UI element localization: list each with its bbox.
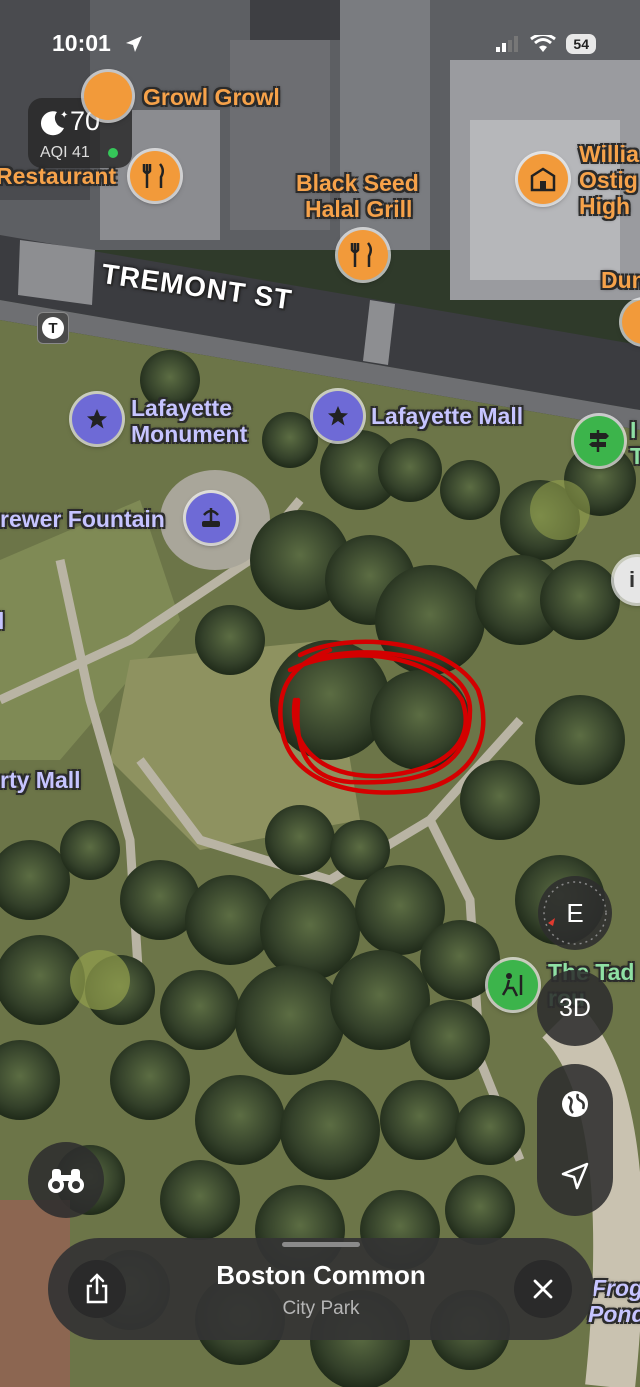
card-grabber[interactable] bbox=[282, 1242, 360, 1247]
wifi-icon bbox=[530, 35, 557, 52]
william-label-2[interactable]: Ostig bbox=[579, 168, 638, 192]
fork-knife-icon bbox=[142, 163, 164, 188]
left-edge-label[interactable]: l bbox=[0, 609, 4, 633]
lafayette-monument-label-1[interactable]: Lafayette bbox=[131, 396, 232, 420]
frog-pond-label-2[interactable]: Pond bbox=[588, 1302, 640, 1326]
battery-indicator: 54 bbox=[566, 34, 596, 54]
transit-letter: T bbox=[42, 317, 64, 339]
playground-pin[interactable] bbox=[488, 960, 538, 1010]
close-button[interactable] bbox=[514, 1260, 572, 1318]
aqi-status-dot bbox=[108, 148, 118, 158]
cellular-icon bbox=[496, 36, 519, 52]
3d-toggle-button[interactable]: 3D bbox=[537, 970, 613, 1046]
location-arrow-icon bbox=[126, 36, 142, 52]
signpost-pin[interactable] bbox=[574, 416, 624, 466]
look-around-button[interactable] bbox=[28, 1142, 104, 1218]
right-edge-label-2[interactable]: T bbox=[630, 444, 640, 468]
globe-icon[interactable] bbox=[560, 1089, 590, 1119]
close-icon bbox=[533, 1279, 553, 1299]
status-icons: 54 bbox=[496, 34, 596, 54]
growl-pin[interactable] bbox=[84, 72, 132, 120]
black-seed-label-2[interactable]: Halal Grill bbox=[305, 197, 412, 221]
school-icon bbox=[530, 167, 556, 192]
moon-icon: ✦ bbox=[40, 110, 68, 136]
navigation-arrow-icon[interactable] bbox=[560, 1161, 590, 1191]
fork-knife-icon bbox=[350, 242, 372, 267]
star-icon bbox=[328, 406, 348, 426]
growl-label[interactable]: Growl Growl bbox=[143, 85, 280, 109]
william-label-1[interactable]: Willia bbox=[579, 142, 639, 166]
playground-icon bbox=[501, 973, 523, 997]
signpost-icon bbox=[589, 430, 609, 452]
frog-pond-label-1[interactable]: Frog bbox=[592, 1276, 640, 1300]
restaurant-label[interactable]: Restaurant bbox=[0, 164, 116, 188]
star-icon bbox=[87, 409, 107, 429]
fountain-icon bbox=[202, 508, 220, 527]
aqi-value: AQI 41 bbox=[40, 144, 90, 161]
school-pin[interactable] bbox=[518, 154, 568, 204]
status-time: 10:01 bbox=[52, 30, 111, 56]
black-seed-pin[interactable] bbox=[338, 230, 388, 280]
place-title: Boston Common bbox=[216, 1260, 426, 1290]
info-icon: i bbox=[628, 567, 636, 592]
lafayette-monument-label-2[interactable]: Monument bbox=[131, 422, 247, 446]
brewer-fountain-label[interactable]: rewer Fountain bbox=[0, 507, 165, 531]
compass-button[interactable]: E bbox=[538, 876, 612, 950]
right-edge-label-1[interactable]: I bbox=[630, 418, 636, 442]
restaurant-pin[interactable] bbox=[130, 151, 180, 201]
place-card[interactable]: Boston Common City Park bbox=[48, 1238, 594, 1340]
lafayette-mall-pin[interactable] bbox=[313, 391, 363, 441]
william-label-3[interactable]: High bbox=[579, 194, 630, 218]
brewer-fountain-pin[interactable] bbox=[186, 493, 236, 543]
compass-ring bbox=[543, 881, 607, 945]
lafayette-mall-label[interactable]: Lafayette Mall bbox=[371, 404, 523, 428]
place-subtitle: City Park bbox=[282, 1298, 360, 1319]
binoculars-icon bbox=[48, 1169, 84, 1193]
map-controls-stack bbox=[537, 1064, 613, 1216]
lafayette-monument-pin[interactable] bbox=[72, 394, 122, 444]
transit-badge[interactable]: T bbox=[37, 312, 69, 344]
dun-label[interactable]: Dun bbox=[601, 268, 640, 292]
black-seed-label-1[interactable]: Black Seed bbox=[296, 171, 419, 195]
svg-text:✦: ✦ bbox=[60, 110, 68, 121]
liberty-mall-label[interactable]: rty Mall bbox=[0, 768, 81, 792]
